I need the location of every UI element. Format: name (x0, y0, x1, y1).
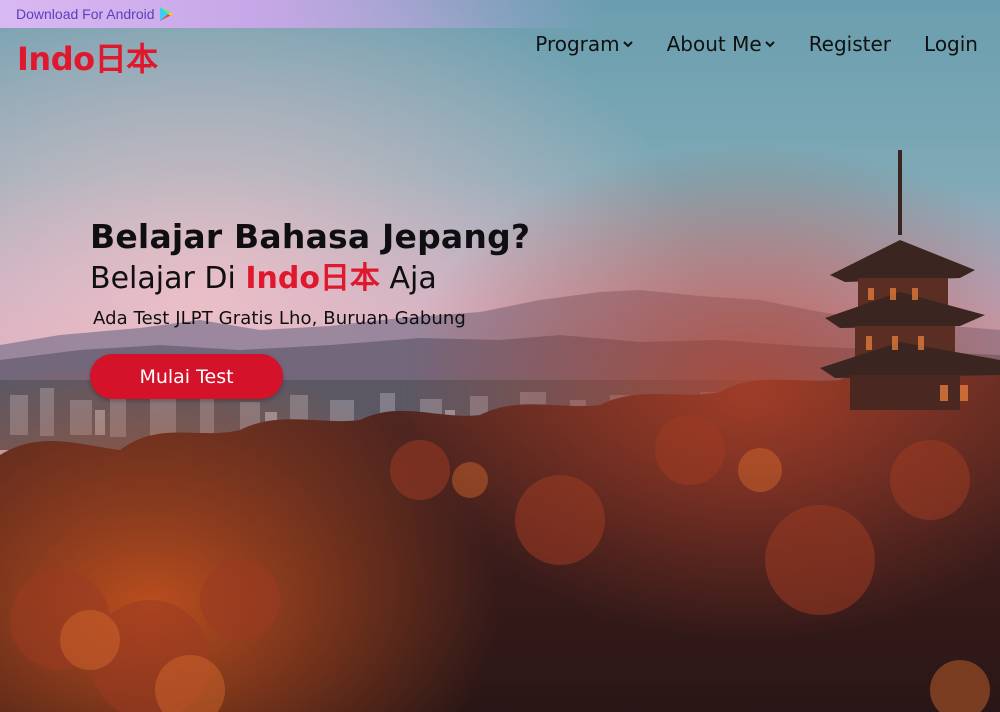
hero-brand-name: Indo日本 (245, 261, 380, 296)
hero-section: Belajar Bahasa Jepang? Belajar Di Indo日本… (90, 214, 530, 329)
nav-item-about-me[interactable]: About Me (667, 32, 776, 56)
download-android-label[interactable]: Download For Android (16, 6, 155, 22)
nav-item-label: Program (535, 32, 620, 56)
hero-subtitle: Ada Test JLPT Gratis Lho, Buruan Gabung (93, 308, 466, 329)
download-android-banner[interactable]: Download For Android (0, 0, 1000, 28)
hero-subheadline-prefix: Belajar Di (90, 261, 246, 296)
nav-item-register[interactable]: Register (809, 32, 891, 56)
chevron-down-icon (622, 41, 633, 48)
top-navigation: Indo日本 Program About Me Register Login (0, 28, 1000, 80)
nav-item-label: Register (808, 32, 892, 56)
nav-menu: Program About Me Register Login (535, 32, 978, 56)
hero-subheadline: Belajar Di Indo日本 Aja (90, 260, 530, 298)
chevron-down-icon (764, 41, 775, 48)
hero-subheadline-suffix: Aja (379, 261, 437, 296)
start-test-button[interactable]: Mulai Test (90, 354, 283, 399)
nav-item-login[interactable]: Login (924, 32, 978, 56)
hero-headline: Belajar Bahasa Jepang? (90, 217, 531, 256)
nav-item-label: Login (924, 32, 978, 56)
site-logo[interactable]: Indo日本 (17, 34, 158, 80)
nav-item-program[interactable]: Program (535, 32, 633, 56)
nav-item-label: About Me (666, 32, 762, 56)
google-play-icon (159, 6, 174, 22)
